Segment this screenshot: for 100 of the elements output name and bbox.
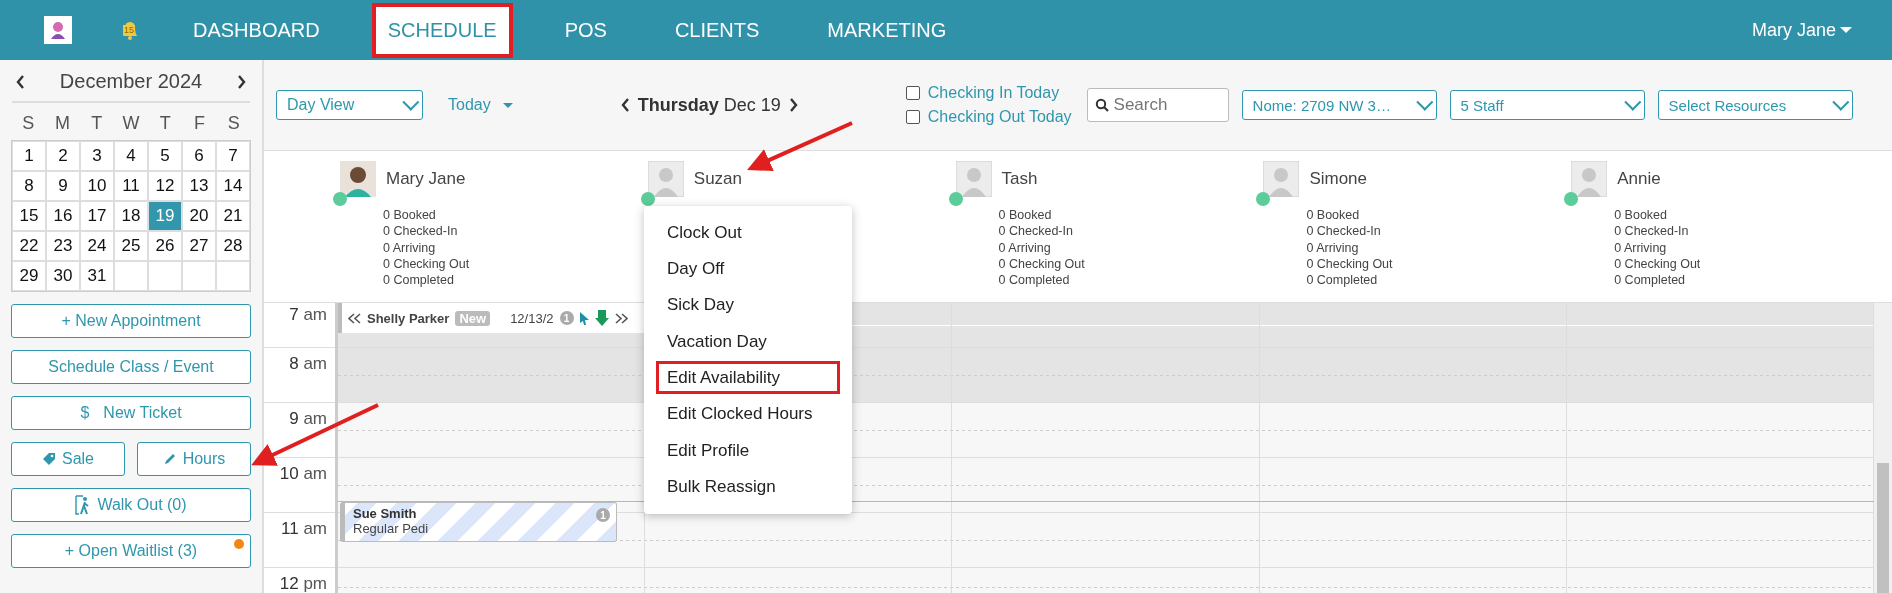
nav-tab[interactable]: POS [548,2,623,58]
filter-select[interactable]: 5 Staff [1449,90,1645,120]
calendar-day[interactable]: 10 [80,171,114,201]
calendar-day[interactable]: 28 [216,231,250,261]
calendar-day[interactable]: 2 [46,141,80,171]
weekday-label: T [90,113,104,134]
menu-item[interactable]: Sick Day [656,288,840,322]
staff-stat: 0 Arriving [383,239,437,256]
staff-stat: 0 Checked-In [383,223,459,240]
client-name[interactable]: Shelly Parker [367,310,450,326]
tag-icon [42,452,56,466]
calendar-day[interactable]: 29 [12,261,46,291]
sidebar-button[interactable]: Schedule Class / Event [11,350,251,384]
nav-tab[interactable]: MARKETING [811,2,963,58]
checkbox[interactable] [905,110,920,124]
new-client-tag: New [455,310,491,326]
appointment-block[interactable]: Sue Smith Regular Pedi 1 [340,502,617,542]
staff-stat: 0 Arriving [1306,239,1360,256]
caret-icon[interactable] [502,102,513,108]
calendar-day[interactable]: 12 [148,171,182,201]
calendar-day[interactable]: 22 [12,231,46,261]
dollar-arrow-icon [594,310,609,326]
calendar-day[interactable]: 21 [216,201,250,231]
month-title: December 2024 [59,70,203,93]
staff-stat: 0 Completed [383,272,455,289]
staff-stat: 0 Booked [998,207,1053,224]
time-label: 11 am [281,519,327,540]
filter-select[interactable]: Select Resources [1657,90,1853,120]
calendar-empty-cell [114,261,148,291]
calendar-day[interactable]: 13 [182,171,216,201]
menu-item[interactable]: Edit Availability [656,361,840,395]
menu-item[interactable]: Day Off [656,252,840,286]
calendar-day[interactable]: 11 [114,171,148,201]
calendar-day[interactable]: 27 [182,231,216,261]
staff-name[interactable]: Suzan [693,169,742,189]
calendar-day[interactable]: 18 [114,201,148,231]
nav-tab[interactable]: SCHEDULE [371,2,513,58]
weekday-label: S [226,113,241,134]
previous-day-icon[interactable] [620,98,630,112]
weekday-label: M [53,113,71,134]
time-label: 10 am [279,464,327,485]
calendar-empty-cell [182,261,216,291]
calendar-day[interactable]: 9 [46,171,80,201]
filter-select[interactable]: Nome: 2709 NW 3… [1241,90,1437,120]
calendar-day[interactable]: 8 [12,171,46,201]
user-menu[interactable]: Mary Jane [1751,19,1852,41]
next-month-icon[interactable] [237,74,246,89]
calendar-day[interactable]: 1 [12,141,46,171]
calendar-day[interactable]: 20 [182,201,216,231]
staff-name[interactable]: Tash [1001,169,1038,189]
calendar-day[interactable]: 25 [114,231,148,261]
calendar-day[interactable]: 7 [216,141,250,171]
calendar-day[interactable]: 14 [216,171,250,201]
calendar-day[interactable]: 30 [46,261,80,291]
double-left-icon[interactable] [348,312,361,324]
menu-item[interactable]: Edit Clocked Hours [656,397,840,431]
calendar-day[interactable]: 6 [182,141,216,171]
menu-item[interactable]: Vacation Day [656,325,840,359]
calendar-day[interactable]: 5 [148,141,182,171]
staff-stat: 0 Booked [1306,207,1361,224]
menu-item[interactable]: Bulk Reassign [656,470,840,504]
staff-stat: 0 Checking Out [383,255,471,273]
calendar-day[interactable]: 3 [80,141,114,171]
staff-stat: 0 Completed [1614,272,1687,289]
calendar-empty-cell [148,261,182,291]
weekday-label: W [121,113,141,134]
sidebar-button[interactable]: $ New Ticket [11,396,251,430]
view-select[interactable]: Day View [276,90,423,120]
staff-stat: 0 Checking Out [998,255,1086,273]
appointment-service: Regular Pedi [353,521,429,536]
double-right-icon[interactable] [614,312,628,324]
scrollbar[interactable] [1874,303,1892,593]
nav-tab[interactable]: DASHBOARD [177,2,336,58]
next-day-icon[interactable] [788,98,798,112]
staff-name[interactable]: Mary Jane [386,169,466,189]
calendar-day[interactable]: 24 [80,231,114,261]
staff-stat: 0 Booked [383,207,437,224]
time-label: 7 am [289,305,327,326]
calendar-day[interactable]: 16 [46,201,80,231]
calendar-day[interactable]: 17 [80,201,114,231]
staff-stat: 0 Checking Out [1614,255,1702,273]
calendar-day[interactable]: 23 [46,231,80,261]
nav-tab[interactable]: CLIENTS [658,2,776,58]
menu-item[interactable]: Edit Profile [656,434,840,468]
sidebar-button[interactable]: Hours [137,442,251,476]
calendar-day[interactable]: 31 [80,261,114,291]
search-field[interactable]: Search [1086,88,1229,122]
checkbox[interactable] [905,86,920,100]
logo-icon[interactable] [44,16,72,44]
calendar-day[interactable]: 4 [114,141,148,171]
staff-name[interactable]: Annie [1617,169,1661,189]
calendar-day[interactable]: 26 [148,231,182,261]
weekday-label: T [158,113,172,134]
time-label: 9 am [289,409,327,430]
staff-stat: 0 Completed [1306,272,1379,289]
calendar-day[interactable]: 15 [12,201,46,231]
previous-month-icon[interactable] [16,74,25,89]
staff-name[interactable]: Simone [1309,169,1368,189]
menu-item[interactable]: Clock Out [656,216,840,250]
staff-stat: 0 Booked [1614,207,1668,224]
